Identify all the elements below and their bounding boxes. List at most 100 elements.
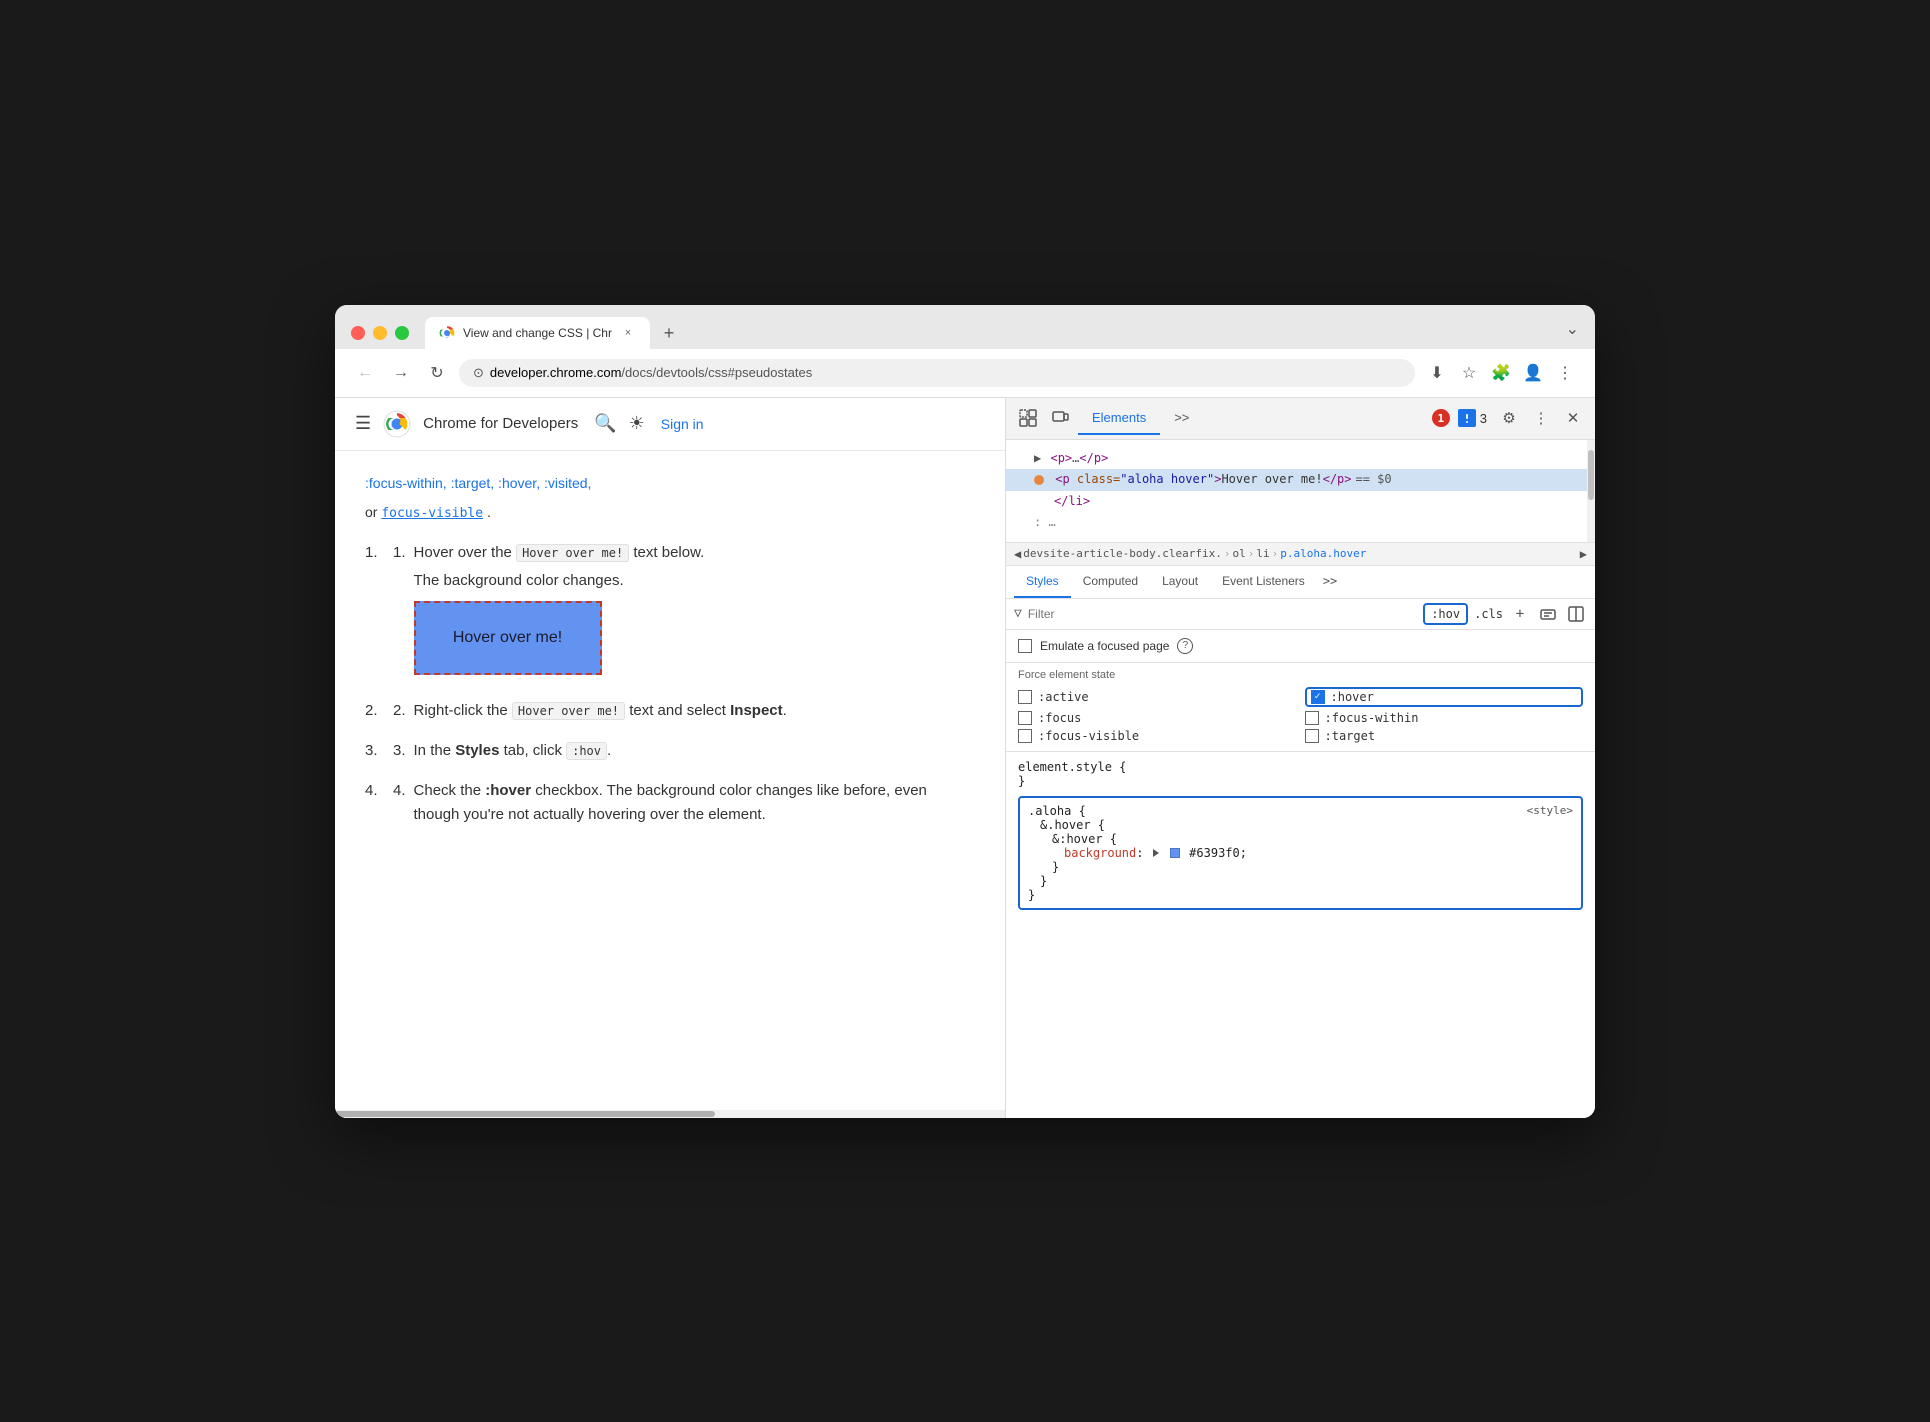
help-icon[interactable]: ? — [1177, 638, 1193, 654]
breadcrumb-left-arrow[interactable]: ◀ — [1014, 547, 1021, 561]
hov-badge[interactable]: :hov — [1423, 603, 1468, 625]
title-bar: View and change CSS | Chr × + ⌄ — [335, 305, 1595, 349]
tab-computed[interactable]: Computed — [1071, 566, 1150, 598]
active-checkbox[interactable] — [1018, 690, 1032, 704]
focus-visible-line: or focus-visible . — [365, 504, 975, 521]
step-3: 3. In the Styles tab, click :hov. — [365, 739, 975, 763]
focus-visible-checkbox[interactable] — [1018, 729, 1032, 743]
aloha-close: } — [1028, 888, 1573, 902]
more-tabs-button[interactable]: >> — [1160, 402, 1203, 435]
dom-line-1[interactable]: ▶ <p>…</p> — [1018, 448, 1583, 470]
dom-scrollbar[interactable] — [1587, 440, 1595, 542]
filter-bar: ▽ :hov .cls + — [1006, 599, 1595, 630]
site-name: Chrome for Developers — [423, 415, 578, 432]
device-toolbar-icon[interactable] — [1046, 404, 1074, 432]
breadcrumb-bar: ◀ devsite-article-body.clearfix. › ol › … — [1006, 543, 1595, 566]
fade-text: :focus-within, :target, :hover, :visited… — [365, 471, 975, 496]
traffic-lights — [351, 326, 409, 340]
expand-icon[interactable]: ▶ — [1034, 451, 1041, 465]
emulate-label: Emulate a focused page — [1040, 639, 1169, 653]
css-rules: element.style { } <style> .aloha { &.hov… — [1006, 752, 1595, 1118]
maximize-button[interactable] — [395, 326, 409, 340]
menu-icon[interactable]: ⋮ — [1551, 359, 1579, 387]
dom-line-2-selected[interactable]: <p class="aloha hover">Hover over me!</p… — [1006, 469, 1595, 491]
chrome-logo-icon — [383, 410, 411, 438]
new-tab-button[interactable]: + — [654, 319, 684, 349]
search-icon[interactable]: 🔍 — [594, 413, 616, 434]
aloha-selector: .aloha { — [1028, 804, 1573, 818]
elements-tab[interactable]: Elements — [1078, 402, 1160, 435]
step1-code: Hover over me! — [516, 544, 629, 562]
sign-in-button[interactable]: Sign in — [661, 416, 704, 432]
new-style-rule-icon[interactable] — [1537, 603, 1559, 625]
horizontal-scrollbar[interactable] — [335, 1110, 1005, 1118]
breadcrumb-item-p[interactable]: p.aloha.hover — [1280, 547, 1366, 560]
reload-button[interactable]: ↻ — [423, 359, 451, 387]
dom-tree: ▶ <p>…</p> <p class="aloha hover">Hover … — [1006, 440, 1595, 543]
main-content: ☰ Chrome for Developers 🔍 ☀ Sign in — [335, 398, 1595, 1118]
download-icon[interactable]: ⬇ — [1423, 359, 1451, 387]
minimize-button[interactable] — [373, 326, 387, 340]
tab-styles[interactable]: Styles — [1014, 566, 1071, 598]
warning-count: 3 — [1480, 411, 1487, 426]
step1-text-after: text below. — [629, 544, 704, 561]
back-button[interactable]: ← — [351, 359, 379, 387]
hover-box[interactable]: Hover over me! — [414, 601, 602, 675]
devtools-header: Elements >> 1 — [1006, 398, 1595, 440]
color-swatch[interactable] — [1170, 848, 1180, 858]
element-style-close: } — [1018, 774, 1025, 788]
target-checkbox[interactable] — [1305, 729, 1319, 743]
theme-toggle-icon[interactable]: ☀ — [629, 413, 645, 434]
bookmark-icon[interactable]: ☆ — [1455, 359, 1483, 387]
element-style-selector: element.style { — [1018, 760, 1126, 774]
triangle-icon[interactable] — [1153, 849, 1159, 857]
devtools-header-right: 1 3 ⚙ ⋮ ✕ — [1432, 404, 1587, 432]
dom-line-3[interactable]: </li> — [1018, 491, 1583, 513]
hover-checkbox[interactable] — [1311, 690, 1325, 704]
page-header: ☰ Chrome for Developers 🔍 ☀ Sign in — [335, 398, 1005, 451]
tab-more[interactable]: >> — [1317, 566, 1343, 598]
inspector-icon[interactable] — [1014, 404, 1042, 432]
tab-close-button[interactable]: × — [620, 325, 636, 341]
breakpoint-icon — [1034, 475, 1044, 485]
settings-icon[interactable]: ⚙ — [1495, 404, 1523, 432]
focus-visible-link[interactable]: focus-visible — [381, 506, 483, 521]
tab-layout[interactable]: Layout — [1150, 566, 1210, 598]
active-tab[interactable]: View and change CSS | Chr × — [425, 317, 650, 349]
error-badge: 1 — [1432, 409, 1450, 427]
emulate-focused-page-checkbox[interactable] — [1018, 639, 1032, 653]
forward-button[interactable]: → — [387, 359, 415, 387]
styles-tabs: Styles Computed Layout Event Listeners >… — [1006, 566, 1595, 599]
url-domain: developer.chrome.com — [490, 365, 622, 380]
state-grid: :active :hover :focus — [1018, 687, 1583, 743]
state-focus-visible: :focus-visible — [1018, 729, 1297, 743]
hamburger-icon[interactable]: ☰ — [355, 413, 371, 434]
focus-label: :focus — [1038, 711, 1081, 725]
devtools-more-icon[interactable]: ⋮ — [1527, 404, 1555, 432]
emulate-section: Emulate a focused page ? — [1006, 630, 1595, 663]
tab-event-listeners[interactable]: Event Listeners — [1210, 566, 1317, 598]
step-1: 1. Hover over the Hover over me! text be… — [365, 541, 975, 683]
breadcrumb-item-ol[interactable]: ol — [1233, 547, 1246, 560]
dropdown-icon[interactable]: ⌄ — [1566, 319, 1579, 347]
state-focus: :focus — [1018, 711, 1297, 725]
url-text: developer.chrome.com/docs/devtools/css#p… — [490, 365, 1401, 380]
close-button[interactable] — [351, 326, 365, 340]
extensions-icon[interactable]: 🧩 — [1487, 359, 1515, 387]
breadcrumb-item-1[interactable]: devsite-article-body.clearfix. — [1023, 547, 1222, 560]
profile-icon[interactable]: 👤 — [1519, 359, 1547, 387]
focus-checkbox[interactable] — [1018, 711, 1032, 725]
breadcrumb-item-li[interactable]: li — [1256, 547, 1269, 560]
url-bar[interactable]: ⊙ developer.chrome.com/docs/devtools/css… — [459, 359, 1415, 387]
add-style-rule-icon[interactable]: + — [1509, 603, 1531, 625]
breadcrumb-right-arrow[interactable]: ▶ — [1580, 547, 1587, 561]
active-label: :active — [1038, 690, 1089, 704]
devtools-close-icon[interactable]: ✕ — [1559, 404, 1587, 432]
focus-within-checkbox[interactable] — [1305, 711, 1319, 725]
filter-input[interactable] — [1028, 607, 1417, 621]
cls-badge[interactable]: .cls — [1474, 607, 1503, 621]
focus-within-label: :focus-within — [1325, 711, 1419, 725]
computed-sidebar-icon[interactable] — [1565, 603, 1587, 625]
secure-icon: ⊙ — [473, 365, 484, 381]
dom-line-4[interactable]: : … — [1018, 512, 1583, 534]
